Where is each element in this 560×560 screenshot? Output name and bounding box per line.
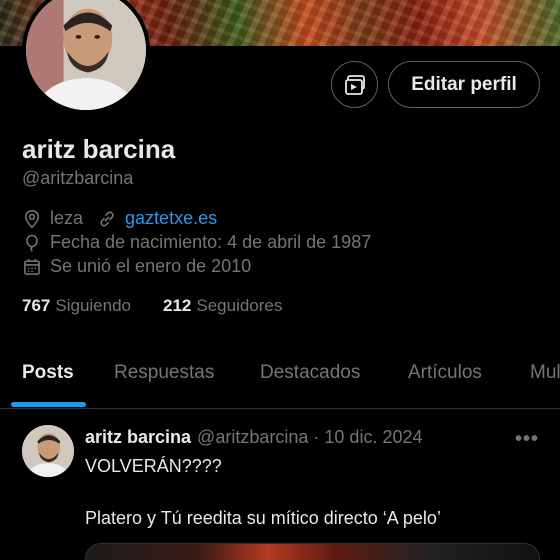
location-row: leza gaztetxe.es	[22, 208, 217, 229]
post-author-name[interactable]: aritz barcina	[85, 427, 191, 447]
profile-name: aritz barcina	[22, 134, 176, 164]
post-author-handle[interactable]: @aritzbarcina	[197, 427, 308, 447]
avatar-photo	[26, 0, 146, 110]
tabs-divider	[0, 408, 560, 409]
profile-tabs: Posts Respuestas Destacados Artículos Mu…	[0, 352, 560, 408]
tab-posts[interactable]: Posts	[22, 362, 74, 384]
location-text: leza	[50, 208, 84, 228]
edit-profile-button[interactable]: Editar perfil	[388, 61, 540, 108]
post-media-preview[interactable]	[85, 543, 540, 560]
link-icon	[100, 211, 114, 226]
active-tab-indicator	[11, 402, 86, 407]
post-text-line2: Platero y Tú reedita su mítico directo ‘…	[85, 508, 441, 528]
media-button[interactable]	[331, 61, 378, 108]
profile-avatar[interactable]	[22, 0, 150, 114]
more-options-icon[interactable]: •••	[515, 428, 539, 451]
joined-row: Se unió el enero de 2010	[22, 256, 251, 277]
website-link[interactable]: gaztetxe.es	[125, 208, 217, 229]
post-date[interactable]: 10 dic. 2024	[324, 427, 422, 447]
post-separator: ·	[313, 427, 320, 447]
tab-multimedia[interactable]: Mul	[530, 362, 560, 384]
followers-count: 212	[163, 296, 192, 315]
post-header: aritz barcina @aritzbarcina · 10 dic. 202…	[85, 427, 422, 448]
location-pin-icon	[24, 209, 40, 228]
following-count: 767	[22, 296, 51, 315]
balloon-icon	[26, 234, 38, 252]
tab-articulos[interactable]: Artículos	[408, 362, 482, 384]
birthday-text: Fecha de nacimiento: 4 de abril de 1987	[50, 232, 372, 252]
tab-destacados[interactable]: Destacados	[260, 362, 360, 384]
calendar-icon	[24, 258, 40, 275]
post-text-line1: VOLVERÁN????	[85, 456, 222, 476]
followers-label: Seguidores	[196, 296, 283, 315]
post-author-avatar[interactable]	[22, 425, 74, 477]
avatar-photo	[22, 425, 74, 477]
following-link[interactable]: 767 Siguiendo	[22, 296, 131, 316]
media-icon	[344, 74, 365, 95]
joined-text: Se unió el enero de 2010	[50, 256, 252, 276]
tab-respuestas[interactable]: Respuestas	[114, 362, 214, 384]
followers-link[interactable]: 212 Seguidores	[163, 296, 282, 316]
birthday-row: Fecha de nacimiento: 4 de abril de 1987	[22, 232, 371, 253]
profile-handle: @aritzbarcina	[22, 168, 134, 188]
following-label: Siguiendo	[55, 296, 131, 315]
